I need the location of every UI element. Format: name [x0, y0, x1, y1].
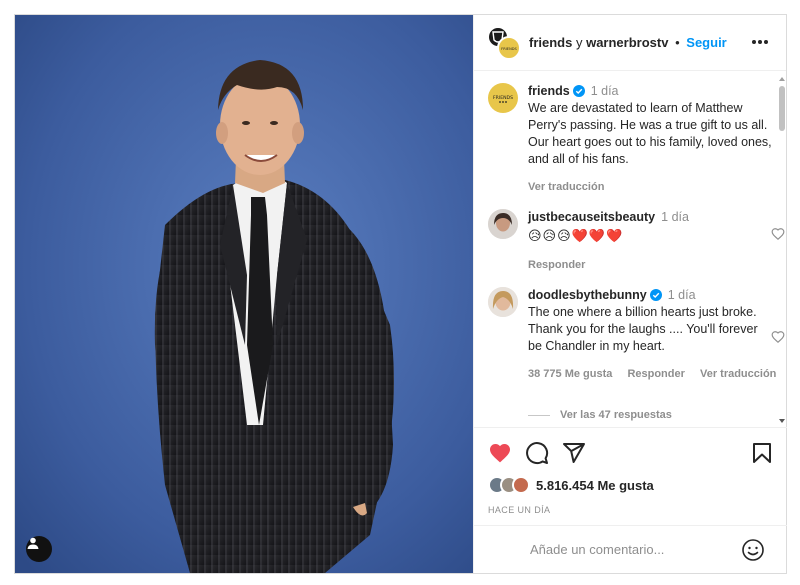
commenter-photo	[488, 209, 518, 239]
svg-text:FRIENDS: FRIENDS	[501, 47, 517, 51]
comments-scrollbar[interactable]	[777, 71, 787, 427]
bookmark-icon[interactable]	[750, 441, 774, 465]
caption: FRIENDS friends 1 día We are devastated t…	[488, 83, 773, 196]
post-photo[interactable]	[15, 15, 473, 573]
instagram-post: FRIENDS friends y warnerbrostv • Seguir	[14, 14, 787, 574]
caption-translate-link[interactable]: Ver traducción	[528, 181, 604, 193]
share-icon[interactable]	[562, 441, 586, 465]
post-timestamp: HACE UN DÍA	[488, 505, 551, 515]
post-header: FRIENDS friends y warnerbrostv • Seguir	[474, 15, 786, 71]
caption-time: 1 día	[590, 84, 619, 98]
commenter-photo	[488, 287, 518, 317]
commenter-avatar[interactable]	[488, 287, 518, 317]
tagged-users-button[interactable]	[26, 536, 52, 562]
reply-link[interactable]: Responder	[627, 368, 684, 380]
comment-translate-link[interactable]: Ver traducción	[700, 368, 776, 380]
post-actions: 5.816.454 Me gusta HACE UN DÍA	[474, 427, 787, 525]
scroll-down-arrow[interactable]	[779, 419, 785, 423]
tagged-user-icon	[27, 537, 39, 549]
commenter-avatar[interactable]	[488, 209, 518, 239]
comment-username[interactable]: doodlesbythebunny	[528, 288, 647, 302]
emoji-icon[interactable]	[741, 538, 765, 562]
verified-badge-icon	[649, 289, 662, 301]
caption-text: We are devastated to learn of Matthew Pe…	[528, 101, 772, 166]
post-side-panel: FRIENDS friends y warnerbrostv • Seguir	[473, 15, 787, 573]
comment-text: The one where a billion hearts just brok…	[528, 305, 758, 353]
author-username[interactable]: friends	[529, 35, 572, 50]
collab-avatars[interactable]: FRIENDS	[487, 25, 521, 60]
scroll-thumb[interactable]	[779, 86, 785, 131]
liker-avatar	[512, 476, 530, 494]
heart-icon[interactable]	[488, 441, 512, 465]
friends-collab-avatar[interactable]: FRIENDS	[497, 35, 521, 60]
comment-text: 😥😥😥❤️❤️❤️	[528, 228, 624, 243]
likes-count[interactable]: 5.816.454 Me gusta	[536, 478, 654, 493]
photo-illustration	[15, 15, 473, 573]
reply-link[interactable]: Responder	[528, 259, 585, 271]
header-usernames: friends y warnerbrostv • Seguir	[529, 35, 727, 50]
add-comment-bar: Añade un comentario...	[474, 525, 787, 573]
comment-item: doodlesbythebunny 1 día The one where a b…	[488, 287, 785, 383]
collab-connector: y	[575, 35, 583, 50]
separator-dot: •	[675, 35, 680, 50]
more-options-icon[interactable]	[752, 34, 768, 50]
comment-username[interactable]: justbecauseitsbeauty	[528, 210, 655, 224]
caption-username[interactable]: friends	[528, 84, 570, 98]
friends-avatar[interactable]: FRIENDS	[488, 83, 518, 113]
comment-input[interactable]: Añade un comentario...	[530, 542, 664, 557]
follow-button[interactable]: Seguir	[686, 35, 726, 50]
comment-time: 1 día	[661, 210, 689, 224]
likes-summary[interactable]: 5.816.454 Me gusta	[488, 476, 654, 494]
collab-username[interactable]: warnerbrostv	[586, 35, 668, 50]
comment-icon[interactable]	[525, 441, 549, 465]
friends-logo-icon: FRIENDS	[501, 47, 517, 51]
comment-likes-count[interactable]: 38 775 Me gusta	[528, 368, 612, 380]
comment-item: justbecauseitsbeauty 1 día 😥😥😥❤️❤️❤️ Resp…	[488, 209, 785, 274]
comments-list[interactable]: FRIENDS friends 1 día We are devastated t…	[474, 71, 787, 427]
scroll-up-arrow[interactable]	[779, 77, 785, 81]
verified-badge-icon	[572, 85, 585, 97]
view-replies-label: Ver las 47 respuestas	[560, 409, 672, 421]
replies-divider	[528, 414, 550, 416]
view-replies-link[interactable]: Ver las 47 respuestas	[528, 409, 672, 421]
friends-logo-icon: FRIENDS	[493, 95, 513, 103]
svg-text:FRIENDS: FRIENDS	[493, 95, 513, 101]
comment-time: 1 día	[667, 288, 696, 302]
